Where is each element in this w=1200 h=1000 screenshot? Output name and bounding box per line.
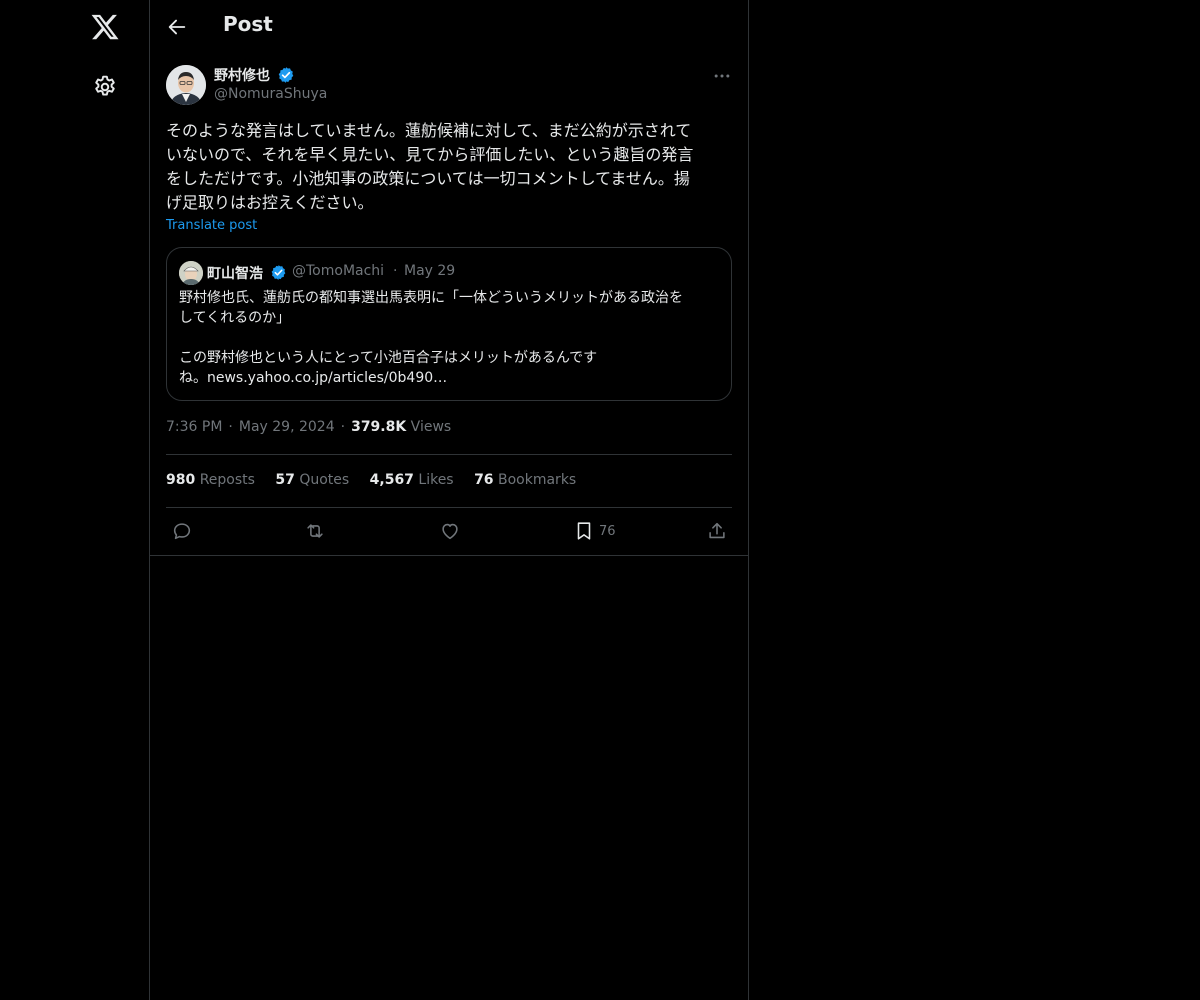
post-meta: 7:36 PM · May 29, 2024 · 379.8K Views	[166, 419, 451, 435]
gear-icon[interactable]	[92, 74, 118, 100]
more-icon[interactable]	[712, 66, 732, 86]
reposts-count: 980	[166, 472, 196, 488]
views-label: Views	[410, 419, 452, 435]
author-name[interactable]: 野村修也	[214, 65, 270, 85]
likes-count: 4,567	[369, 472, 414, 488]
back-arrow-icon[interactable]	[166, 16, 188, 38]
post-text: そのような発言はしていません。蓮舫候補に対して、まだ公約が示されて いないので、…	[166, 121, 694, 212]
verified-badge-icon	[271, 265, 286, 280]
bookmark-icon	[577, 522, 591, 540]
bookmarks-label: Bookmarks	[498, 472, 577, 488]
reply-button[interactable]	[171, 520, 193, 542]
bookmark-button[interactable]: 76	[573, 520, 616, 542]
quote-text: 野村修也氏、蓮舫氏の都知事選出馬表明に「一体どういうメリットがある政治を してく…	[179, 290, 683, 386]
bookmark-count: 76	[599, 523, 616, 539]
reposts-label: Reposts	[199, 472, 255, 488]
separator-dot: ·	[228, 419, 233, 435]
quotes-stat[interactable]: 57 Quotes	[275, 472, 349, 488]
page-title: Post	[223, 12, 273, 36]
repost-icon	[307, 524, 323, 538]
quote-date: May 29	[404, 263, 456, 279]
author-avatar[interactable]	[166, 65, 206, 105]
x-logo-icon[interactable]	[90, 12, 120, 42]
quote-author-name: 町山智浩	[207, 266, 263, 282]
views-count: 379.8K	[351, 419, 407, 435]
avatar-image	[166, 65, 206, 105]
share-button[interactable]	[706, 520, 728, 542]
quoted-post[interactable]: 町山智浩 @TomoMachi · May 29 野村修也氏、蓮舫氏の都知事選出…	[166, 247, 732, 401]
left-nav	[0, 0, 149, 1000]
divider	[166, 507, 732, 508]
reply-icon	[173, 523, 191, 540]
quote-author-avatar	[179, 261, 203, 285]
top-bar: Post	[150, 0, 749, 53]
divider	[166, 454, 732, 455]
post-date[interactable]: May 29, 2024	[239, 419, 335, 435]
action-bar: 76	[150, 515, 749, 549]
quote-avatar-image	[179, 261, 203, 285]
separator-dot: ·	[393, 263, 398, 279]
like-button[interactable]	[439, 520, 461, 542]
author-handle[interactable]: @NomuraShuya	[214, 86, 327, 102]
separator-dot: ·	[340, 419, 346, 435]
divider	[150, 555, 749, 556]
verified-badge-icon	[278, 67, 294, 83]
likes-stat[interactable]: 4,567 Likes	[370, 472, 454, 488]
reposts-stat[interactable]: 980 Reposts	[166, 472, 255, 488]
bookmarks-stat[interactable]: 76 Bookmarks	[474, 472, 576, 488]
share-icon	[709, 522, 725, 539]
quotes-label: Quotes	[299, 472, 350, 488]
post-time[interactable]: 7:36 PM	[166, 419, 222, 435]
quote-author-handle: @TomoMachi	[292, 263, 385, 279]
repost-button[interactable]	[304, 520, 326, 542]
bookmarks-count: 76	[474, 472, 494, 488]
quotes-count: 57	[275, 472, 295, 488]
engagement-stats: 980 Reposts 57 Quotes 4,567 Likes 76 Boo…	[166, 472, 592, 488]
translate-post-link[interactable]: Translate post	[166, 218, 257, 233]
likes-label: Likes	[418, 472, 454, 488]
like-icon	[442, 523, 458, 540]
main-column: Post 野村修也 @NomuraShuya そのような発言はしていません。蓮舫…	[149, 0, 749, 1000]
